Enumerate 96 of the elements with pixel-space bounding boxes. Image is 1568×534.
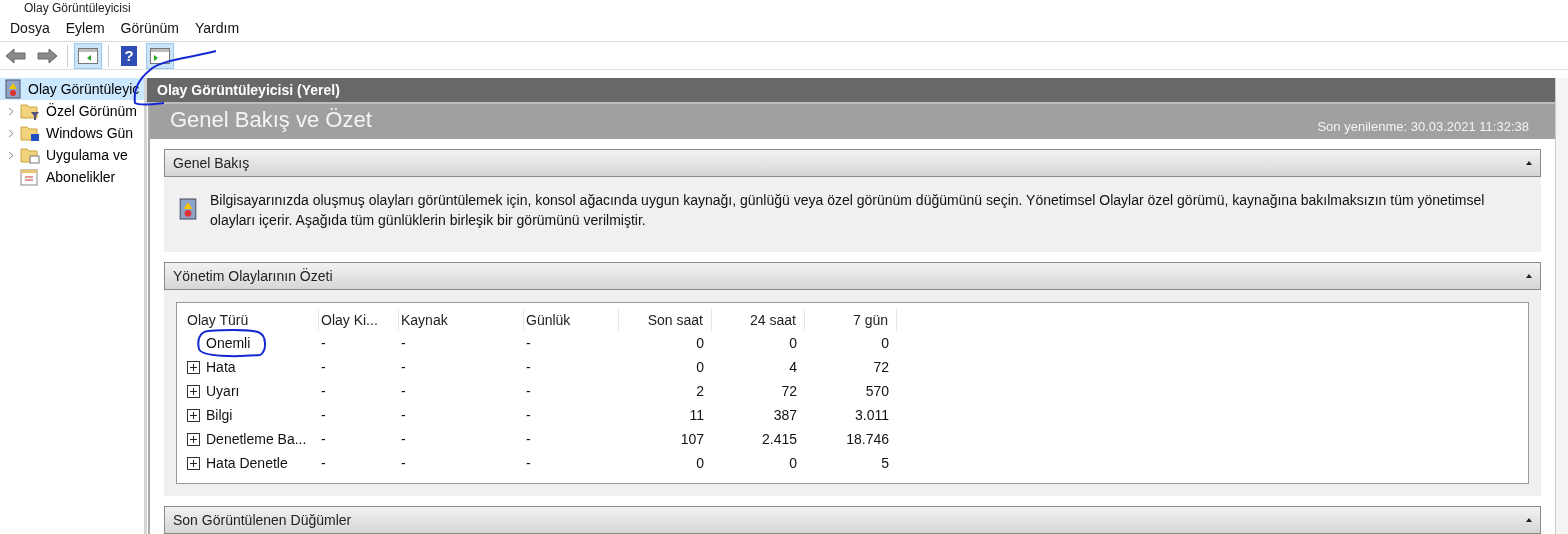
table-cell-text: 3.011 — [855, 405, 889, 425]
tree-label: Özel Görünüm — [46, 101, 138, 121]
toolbar-button[interactable]: ? — [115, 42, 143, 69]
table-cell-text: 4 — [789, 357, 797, 377]
menu-item[interactable]: Dosya — [2, 18, 58, 39]
section-header[interactable]: Genel Bakış — [164, 149, 1541, 177]
table-cell-text: 0 — [696, 453, 704, 473]
table-cell-text: Hata — [206, 357, 236, 377]
expand-icon[interactable] — [187, 408, 200, 422]
overview-text: Bilgisayarınızda oluşmuş olayları görüntülemek için, konsol ağacında uygun kaynağı, günlüğü veya özel görünüm düğümünü seçin. Yönetimsel Olaylar özel görümü, kaynağına bakılmaksızın tüm yönetimsel olayları içerir. Aşağıda tüm günlüklerin birleşik bir görümünü verilmiştir. — [210, 191, 1486, 230]
table-cell-text: - — [321, 333, 326, 353]
table-cell-text: - — [401, 405, 406, 425]
table-cell-text: 2 — [696, 381, 704, 401]
table-cell-text: - — [321, 357, 326, 377]
column-header[interactable]: Olay Türü — [185, 309, 319, 331]
chevron-icon[interactable] — [8, 106, 14, 116]
menu-item[interactable]: Görünüm — [112, 18, 187, 39]
table-cell-text: 72 — [873, 357, 889, 377]
table-cell-text: 18.746 — [846, 429, 889, 449]
table-cell-text: 0 — [696, 357, 704, 377]
table-cell-text: Uyarı — [206, 381, 240, 401]
back-arrow-icon — [5, 46, 27, 65]
table-cell-text: - — [401, 333, 406, 353]
expand-icon[interactable] — [187, 384, 200, 398]
table-cell-text: 0 — [881, 333, 889, 353]
table-cell-text: Onemli — [206, 333, 251, 353]
table-cell-text: 0 — [789, 333, 797, 353]
table-cell-text: - — [526, 333, 531, 353]
refresh-time: Son yenilenme: 30.03.2021 11:32:38 — [1317, 117, 1530, 136]
table-cell-text: 0 — [789, 453, 797, 473]
tree-item[interactable]: Özel Görünüm — [0, 100, 144, 122]
column-header[interactable]: Olay Ki... — [319, 309, 399, 331]
expand-icon[interactable] — [187, 456, 200, 470]
column-header[interactable]: Günlük — [524, 309, 619, 331]
pane-title: Genel Bakış ve Özet — [170, 106, 372, 134]
section-title: Genel Bakış — [173, 153, 250, 173]
collapse-icon[interactable] — [1526, 518, 1532, 522]
column-header[interactable]: Son saat — [619, 309, 712, 331]
event-log-icon — [4, 79, 22, 99]
tree-label: Windows Gün — [46, 123, 134, 143]
folder-window-icon — [20, 146, 40, 164]
help-icon: ? — [121, 45, 137, 66]
collapse-icon[interactable] — [1526, 274, 1532, 278]
table-cell-text: - — [526, 381, 531, 401]
pane-icon — [78, 47, 98, 64]
collapse-icon[interactable] — [1526, 161, 1532, 165]
column-header[interactable]: 24 saat — [712, 309, 805, 331]
menu-item[interactable]: Eylem — [57, 18, 113, 39]
table-cell-text: - — [526, 429, 531, 449]
column-header[interactable]: Kaynak — [399, 309, 524, 331]
section-header[interactable]: Son Görüntülenen Düğümler — [164, 506, 1541, 534]
column-header[interactable]: 7 gün — [805, 309, 897, 331]
table-cell-text: Denetleme Ba... — [206, 429, 307, 449]
chevron-icon[interactable] — [8, 150, 14, 160]
menu-item[interactable]: Yardım — [186, 18, 248, 39]
folder-monitor-icon — [20, 124, 40, 142]
tree-item[interactable]: Uygulama ve — [0, 144, 144, 166]
table-cell-text: 5 — [881, 453, 889, 473]
table-cell-text: - — [401, 453, 406, 473]
expand-icon[interactable] — [187, 360, 200, 374]
tree-label: Abonelikler — [46, 167, 116, 187]
pane-header: Olay Görüntüleyicisi (Yerel) — [147, 78, 1555, 104]
expand-icon[interactable] — [187, 432, 200, 446]
table-cell-text: - — [321, 453, 326, 473]
table-cell-text: - — [321, 429, 326, 449]
window-title: Olay Görüntüleyicisi — [24, 1, 131, 15]
forward-arrow-icon — [36, 46, 58, 65]
table-cell-text: - — [526, 453, 531, 473]
table-cell-text: - — [526, 357, 531, 377]
table-cell-text: - — [401, 357, 406, 377]
table-cell-text: 11 — [689, 405, 704, 425]
section-title: Son Görüntülenen Düğümler — [173, 510, 352, 530]
table-cell-text: 107 — [680, 429, 704, 449]
chevron-icon[interactable] — [8, 128, 14, 138]
table-cell-text: 570 — [865, 381, 889, 401]
table-cell-text: Hata Denetle — [206, 453, 288, 473]
tree-label: Uygulama ve — [46, 145, 128, 165]
pane-icon — [150, 47, 170, 64]
table-cell-text: - — [321, 381, 326, 401]
table-cell-text: 2.415 — [761, 429, 797, 449]
tree-item[interactable]: Windows Gün — [0, 122, 144, 144]
table-cell-text: - — [526, 405, 531, 425]
section-header[interactable]: Yönetim Olaylarının Özeti — [164, 262, 1541, 290]
filter-folder-icon — [20, 102, 40, 120]
table-cell-text: - — [401, 381, 406, 401]
table-cell-text: 0 — [696, 333, 704, 353]
section-title: Yönetim Olaylarının Özeti — [173, 266, 333, 286]
toolbar-button[interactable] — [74, 42, 102, 69]
table-cell-text: - — [321, 405, 326, 425]
tree-item[interactable]: Abonelikler — [0, 166, 144, 188]
calendar-icon — [20, 168, 40, 186]
table-cell-text: 72 — [781, 381, 797, 401]
table-cell-text: 387 — [773, 405, 797, 425]
table-cell-text: Bilgi — [206, 405, 233, 425]
toolbar-button[interactable] — [146, 42, 174, 69]
table-cell-text: - — [401, 429, 406, 449]
